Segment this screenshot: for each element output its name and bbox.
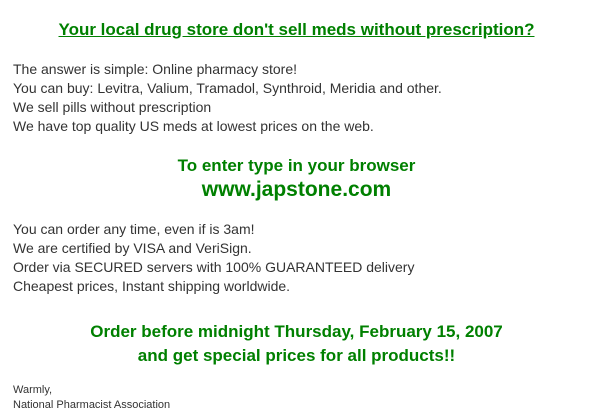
offer-details: and get special prices for all products!…: [137, 346, 456, 365]
offer-deadline: Order before midnight Thursday, February…: [90, 322, 503, 341]
feature-line: We are certified by VISA and VeriSign.: [13, 240, 252, 256]
intro-line: You can buy: Levitra, Valium, Tramadol, …: [13, 80, 442, 96]
enter-instruction: To enter type in your browser: [177, 156, 416, 175]
intro-line: We have top quality US meds at lowest pr…: [13, 118, 374, 134]
intro-line: The answer is simple: Online pharmacy st…: [13, 61, 297, 77]
signoff: Warmly,: [13, 384, 53, 396]
intro-paragraph: The answer is simple: Online pharmacy st…: [13, 60, 442, 136]
feature-line: You can order any time, even if is 3am!: [13, 221, 255, 237]
features-paragraph: You can order any time, even if is 3am! …: [13, 220, 414, 296]
feature-line: Cheapest prices, Instant shipping worldw…: [13, 278, 291, 294]
website-url: www.japstone.com: [201, 178, 392, 201]
signature: National Pharmacist Association: [13, 399, 171, 411]
intro-line: We sell pills without prescription: [13, 99, 212, 115]
headline: Your local drug store don't sell meds wi…: [58, 20, 535, 39]
feature-line: Order via SECURED servers with 100% GUAR…: [13, 259, 415, 275]
